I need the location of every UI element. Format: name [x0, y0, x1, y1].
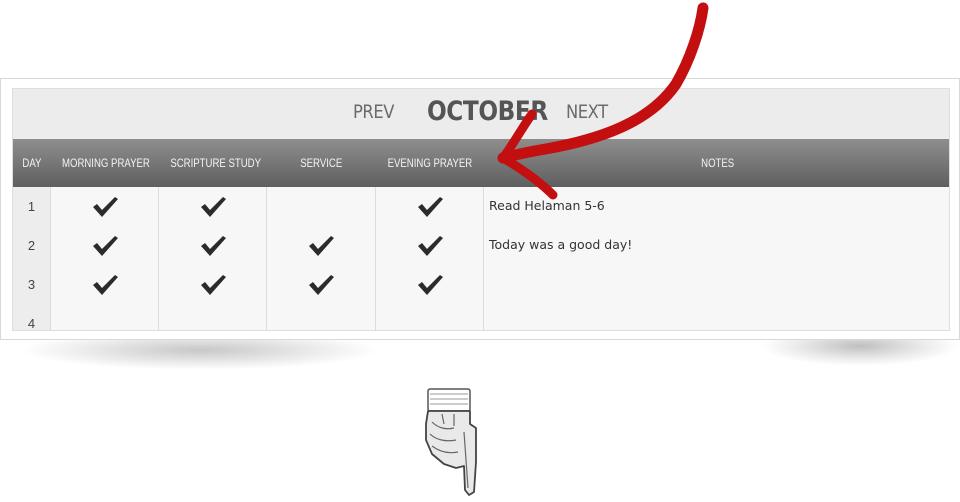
table-header: DAY MORNING PRAYER SCRIPTURE STUDY SERVI…	[13, 139, 949, 187]
notes-cell[interactable]: Today was a good day!	[484, 226, 949, 265]
notes-cell[interactable]	[484, 265, 949, 304]
notes-cell[interactable]: Read Helaman 5-6	[484, 187, 949, 226]
column-header-service: SERVICE	[300, 156, 343, 170]
checkmark-icon	[417, 197, 443, 217]
scripture-study-cell[interactable]	[159, 265, 267, 304]
checkmark-icon	[92, 236, 118, 256]
service-cell[interactable]	[267, 187, 376, 226]
day-cell: 3	[13, 265, 51, 304]
checkmark-icon	[200, 236, 226, 256]
checkmark-icon	[92, 275, 118, 295]
column-header-evening-prayer: EVENING PRAYER	[387, 156, 473, 170]
column-header-scripture-study: SCRIPTURE STUDY	[170, 156, 262, 170]
column-header-day: DAY	[22, 156, 42, 170]
morning-prayer-cell[interactable]	[51, 265, 159, 304]
evening-prayer-cell[interactable]	[376, 304, 484, 330]
morning-prayer-cell[interactable]	[51, 187, 159, 226]
checkmark-icon	[200, 197, 226, 217]
morning-prayer-cell[interactable]	[51, 304, 159, 330]
service-cell[interactable]	[267, 226, 376, 265]
checkmark-icon	[309, 275, 334, 295]
prev-month-button[interactable]: PREV	[353, 101, 394, 123]
checkmark-icon	[309, 236, 334, 256]
checkmark-icon	[92, 197, 118, 217]
day-cell: 4	[13, 304, 51, 330]
evening-prayer-cell[interactable]	[376, 265, 484, 304]
column-header-notes: NOTES	[700, 156, 735, 170]
evening-prayer-cell[interactable]	[376, 226, 484, 265]
table-row: 1 Read Helaman 5-6	[13, 187, 949, 226]
table-row: 4	[13, 304, 949, 330]
pointing-hand-icon	[425, 388, 477, 496]
checkmark-icon	[417, 275, 443, 295]
morning-prayer-cell[interactable]	[51, 226, 159, 265]
service-cell[interactable]	[267, 265, 376, 304]
checkmark-icon	[200, 275, 226, 295]
scripture-study-cell[interactable]	[159, 304, 267, 330]
calendar-table: PREV OCTOBER NEXT DAY MORNING PRAYER SCR…	[12, 88, 950, 331]
scripture-study-cell[interactable]	[159, 226, 267, 265]
table-row: 3	[13, 265, 949, 304]
service-cell[interactable]	[267, 304, 376, 330]
next-month-button[interactable]: NEXT	[566, 101, 608, 123]
checkmark-icon	[417, 236, 443, 256]
table-row: 2 Today was a good day!	[13, 226, 949, 265]
day-cell: 1	[13, 187, 51, 226]
month-navigation: PREV OCTOBER NEXT	[13, 89, 949, 139]
evening-prayer-cell[interactable]	[376, 187, 484, 226]
day-cell: 2	[13, 226, 51, 265]
notes-cell[interactable]	[484, 304, 949, 330]
column-header-morning-prayer: MORNING PRAYER	[61, 156, 150, 170]
scripture-study-cell[interactable]	[159, 187, 267, 226]
month-title: OCTOBER	[427, 96, 548, 127]
tracker-card: PREV OCTOBER NEXT DAY MORNING PRAYER SCR…	[0, 78, 960, 340]
